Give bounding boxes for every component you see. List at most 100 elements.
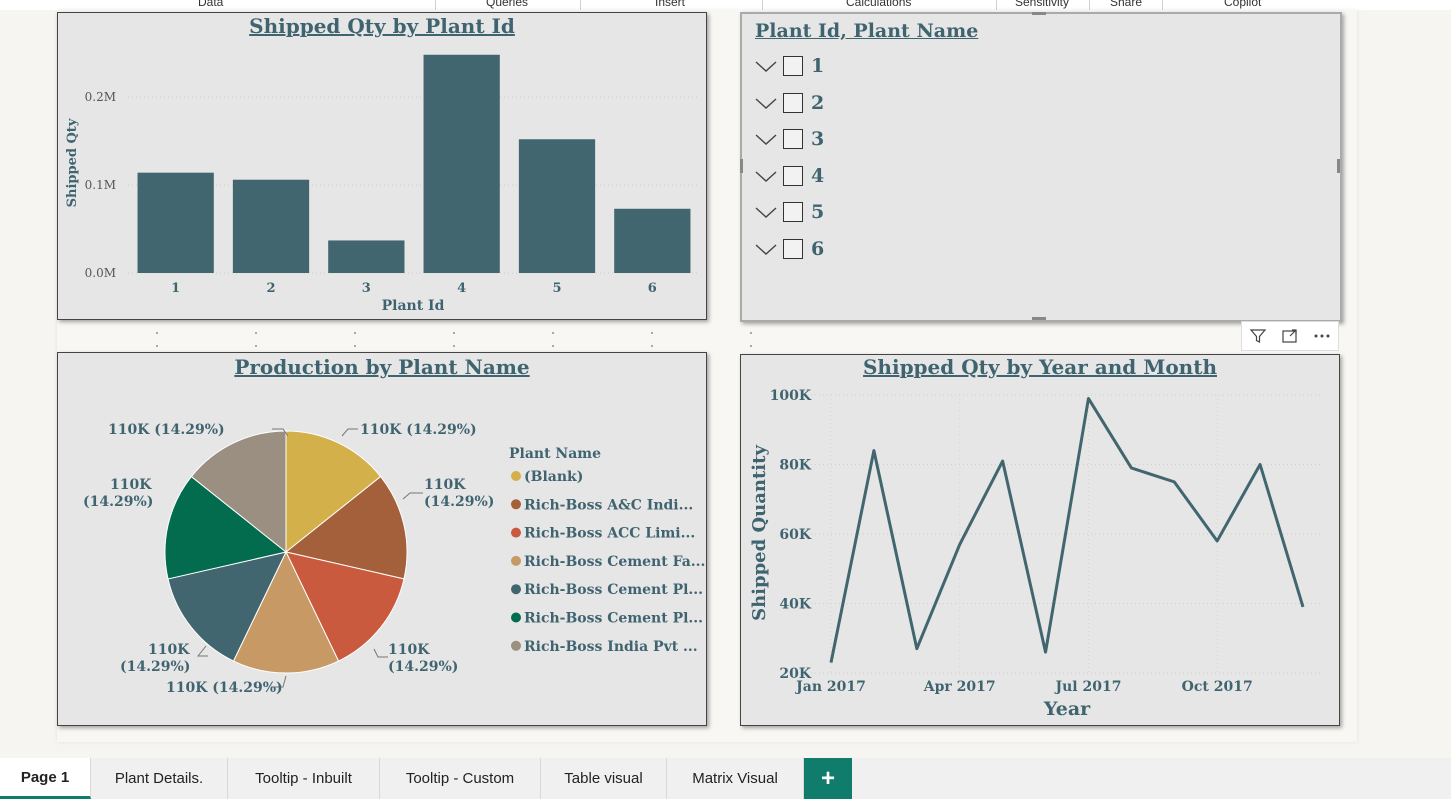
legend-item[interactable]: Rich-Boss Cement Pl... — [524, 611, 703, 627]
canvas-grid-dot — [750, 332, 752, 334]
tab-tooltip-custom[interactable]: Tooltip - Custom — [380, 758, 541, 799]
page-tabs: Page 1 Plant Details. Tooltip - Inbuilt … — [0, 758, 1451, 799]
chevron-down-icon[interactable] — [755, 55, 777, 77]
canvas-grid-dot — [453, 345, 455, 347]
slicer-item-label: 3 — [811, 128, 825, 151]
more-options-icon[interactable] — [1306, 322, 1338, 350]
line-chart-visual[interactable]: Shipped Qty by Year and Month 20K 40K 60K 8… — [740, 354, 1340, 726]
legend-item[interactable]: Rich-Boss Cement Pl... — [524, 582, 703, 598]
bar-x-tick: 2 — [266, 281, 275, 296]
bar-plant-4[interactable] — [423, 54, 500, 274]
legend-item[interactable]: Rich-Boss Cement Fa... — [524, 554, 705, 570]
legend-marker — [511, 527, 521, 538]
bar-y-tick: 0.2M — [85, 90, 116, 104]
slicer-checkbox[interactable] — [783, 202, 803, 223]
canvas-grid-dot — [651, 332, 653, 334]
slicer-item-label: 4 — [811, 164, 825, 187]
canvas-grid-dot — [354, 345, 356, 347]
canvas-grid-dot — [156, 332, 158, 334]
bar-x-tick: 3 — [362, 281, 371, 296]
slicer-title: Plant Id, Plant Name — [755, 20, 979, 42]
slicer-checkbox[interactable] — [783, 129, 803, 150]
ribbon-group-copilot[interactable]: Copilot — [1224, 0, 1261, 9]
legend-marker — [511, 612, 521, 623]
tab-table-visual[interactable]: Table visual — [541, 758, 667, 799]
pie-chart-visual[interactable]: Production by Plant Name 110K (14.29%) 1… — [57, 352, 707, 726]
canvas-grid-dot — [552, 345, 554, 347]
canvas-grid-dot — [453, 332, 455, 334]
legend-marker — [511, 584, 521, 595]
chevron-down-icon[interactable] — [755, 128, 777, 150]
legend-item[interactable]: Rich-Boss ACC Limi... — [524, 526, 695, 542]
plant-slicer[interactable]: Plant Id, Plant Name 1 2 3 4 5 6 — [740, 12, 1342, 322]
pie-slice-label: 110K (14.29%) — [360, 422, 477, 438]
slicer-item-4[interactable]: 4 — [755, 163, 824, 189]
slicer-item-label: 6 — [811, 238, 825, 260]
legend-marker — [511, 640, 521, 651]
ribbon-group-queries[interactable]: Queries — [486, 0, 528, 9]
slicer-item-5[interactable]: 5 — [755, 199, 824, 225]
pie-chart: 110K (14.29%) 110K (14.29%) 110K (14.29%… — [83, 422, 705, 696]
slicer-item-3[interactable]: 3 — [755, 126, 824, 152]
line-x-tick: Oct 2017 — [1182, 679, 1253, 695]
line-y-tick: 80K — [779, 458, 811, 474]
ribbon-group-share[interactable]: Share — [1110, 0, 1142, 9]
chevron-down-icon[interactable] — [755, 238, 777, 260]
tab-tooltip-inbuilt[interactable]: Tooltip - Inbuilt — [228, 758, 380, 799]
canvas-grid-dot — [651, 345, 653, 347]
ribbon-group-insert[interactable]: Insert — [655, 0, 685, 9]
bar-plant-2[interactable] — [232, 179, 310, 273]
tab-plant-details[interactable]: Plant Details. — [91, 758, 228, 799]
canvas-grid-dot — [255, 345, 257, 347]
add-page-button[interactable]: + — [804, 758, 852, 799]
pie-slice-label: 110K — [148, 642, 190, 658]
slicer-item-6[interactable]: 6 — [755, 236, 824, 262]
bar-x-tick: 6 — [648, 281, 657, 296]
ribbon-group-sensitivity[interactable]: Sensitivity — [1015, 0, 1069, 9]
bar-y-tick: 0.1M — [85, 178, 116, 192]
line-y-tick: 60K — [779, 527, 811, 543]
bar-plant-3[interactable] — [328, 240, 405, 273]
canvas-grid-dot — [156, 345, 158, 347]
filter-icon[interactable] — [1242, 322, 1274, 350]
bar-plant-6[interactable] — [614, 208, 691, 273]
focus-mode-icon[interactable] — [1274, 322, 1306, 350]
visual-header-toolbar — [1241, 321, 1339, 351]
legend-marker — [511, 555, 521, 566]
line-chart: 20K40K60K80K100K Jan 2017 Apr 2017 Jul 201… — [749, 388, 1323, 720]
line-y-tick: 100K — [770, 388, 812, 404]
legend-item[interactable]: Rich-Boss India Pvt ... — [524, 639, 698, 655]
bar-chart: 0.0M 0.1M 0.2M 1 2 3 4 5 6 Plant Id Shipped Qty — [65, 54, 700, 314]
slicer-checkbox[interactable] — [783, 56, 803, 76]
canvas-grid-dot — [750, 345, 752, 347]
legend-item[interactable]: Rich-Boss A&C Indi... — [524, 497, 693, 513]
slicer-checkbox[interactable] — [783, 92, 803, 113]
slicer-item-label: 1 — [811, 55, 825, 77]
chevron-down-icon[interactable] — [755, 165, 777, 187]
bar-chart-visual[interactable]: Shipped Qty by Plant Id 0.0M 0.1M 0.2M 123… — [57, 12, 707, 320]
legend-marker — [511, 471, 521, 481]
tab-page-1[interactable]: Page 1 — [0, 758, 91, 799]
chevron-down-icon[interactable] — [755, 92, 777, 114]
legend-marker — [511, 499, 521, 510]
chevron-down-icon[interactable] — [755, 201, 777, 223]
bar-plant-5[interactable] — [518, 139, 596, 273]
slicer-checkbox[interactable] — [783, 239, 803, 259]
legend-item[interactable]: (Blank) — [524, 469, 583, 485]
line-chart-ylabel: Shipped Quantity — [749, 445, 770, 621]
ribbon-group-data[interactable]: Data — [198, 0, 223, 9]
pie-legend-title: Plant Name — [509, 446, 601, 462]
bar-x-tick: 4 — [457, 281, 466, 296]
slicer-checkbox[interactable] — [783, 165, 803, 186]
line-chart-xlabel: Year — [1043, 698, 1091, 720]
pie-slice-label: (14.29%) — [424, 494, 494, 510]
slicer-item-2[interactable]: 2 — [755, 90, 824, 116]
bar-plant-1[interactable] — [137, 172, 214, 273]
canvas-grid-dot — [354, 332, 356, 334]
line-series[interactable] — [829, 396, 1305, 663]
bar-x-tick: 1 — [171, 281, 180, 296]
pie-slice-label: 110K — [424, 477, 466, 493]
slicer-item-1[interactable]: 1 — [755, 53, 824, 79]
ribbon-group-calculations[interactable]: Calculations — [846, 0, 911, 9]
tab-matrix-visual[interactable]: Matrix Visual — [667, 758, 804, 799]
